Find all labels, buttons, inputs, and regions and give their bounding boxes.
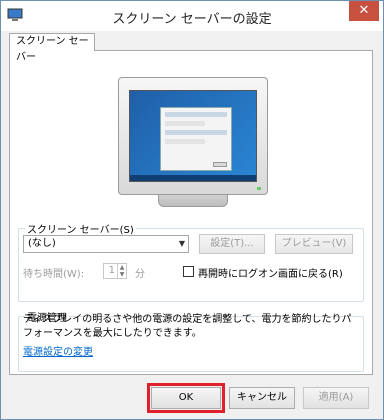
preview-screen xyxy=(129,90,257,182)
preview-mini-window xyxy=(160,107,232,171)
screensaver-settings-window: スクリーン セーバーの設定 ✕ スクリーン セーバー スクリーン セーバー(S)… xyxy=(0,0,384,420)
minutes-label: 分 xyxy=(135,269,145,280)
preview-button[interactable]: プレビュー(V) xyxy=(275,234,353,254)
window-title: スクリーン セーバーの設定 xyxy=(112,12,272,27)
monitor-preview xyxy=(118,77,268,209)
close-button[interactable]: ✕ xyxy=(349,1,379,21)
title-bar[interactable]: スクリーン セーバーの設定 ✕ xyxy=(1,1,383,31)
dialog-body: スクリーン セーバー スクリーン セーバー(S) 電源管理 (なし) ▼ 設定(… xyxy=(1,31,383,419)
chevron-down-icon: ▼ xyxy=(178,239,185,248)
screensaver-group-label: スクリーン セーバー(S) xyxy=(25,221,136,236)
screensaver-select[interactable]: (なし) ▼ xyxy=(23,235,189,253)
monitor-stand xyxy=(158,195,228,207)
ok-button[interactable]: OK xyxy=(151,387,221,409)
power-settings-link[interactable]: 電源設定の変更 xyxy=(23,343,93,358)
cancel-button[interactable]: キャンセル xyxy=(229,387,295,409)
screensaver-select-value: (なし) xyxy=(28,238,56,249)
monitor-bezel xyxy=(118,77,268,195)
settings-button[interactable]: 設定(T)... xyxy=(199,234,265,254)
wait-spinner[interactable]: 1 ▲ ▼ xyxy=(103,263,127,279)
power-description: ディスプレイの明るさや他の電源の設定を調整して、電力を節約したりパフォーマンスを… xyxy=(23,314,352,339)
wait-value: 1 xyxy=(108,265,115,276)
wait-label: 待ち時間(W): xyxy=(23,269,85,280)
spin-up-icon[interactable]: ▲ xyxy=(117,264,126,271)
power-led-icon xyxy=(257,187,261,190)
spin-down-icon[interactable]: ▼ xyxy=(117,271,126,278)
apply-button[interactable]: 適用(A) xyxy=(303,387,369,409)
preview-taskbar xyxy=(130,175,256,181)
tab-screensaver[interactable]: スクリーン セーバー xyxy=(9,33,95,63)
resume-logon-label[interactable]: 再開時にログオン画面に戻る(R) xyxy=(198,265,343,280)
resume-logon-checkbox[interactable] xyxy=(183,266,194,277)
